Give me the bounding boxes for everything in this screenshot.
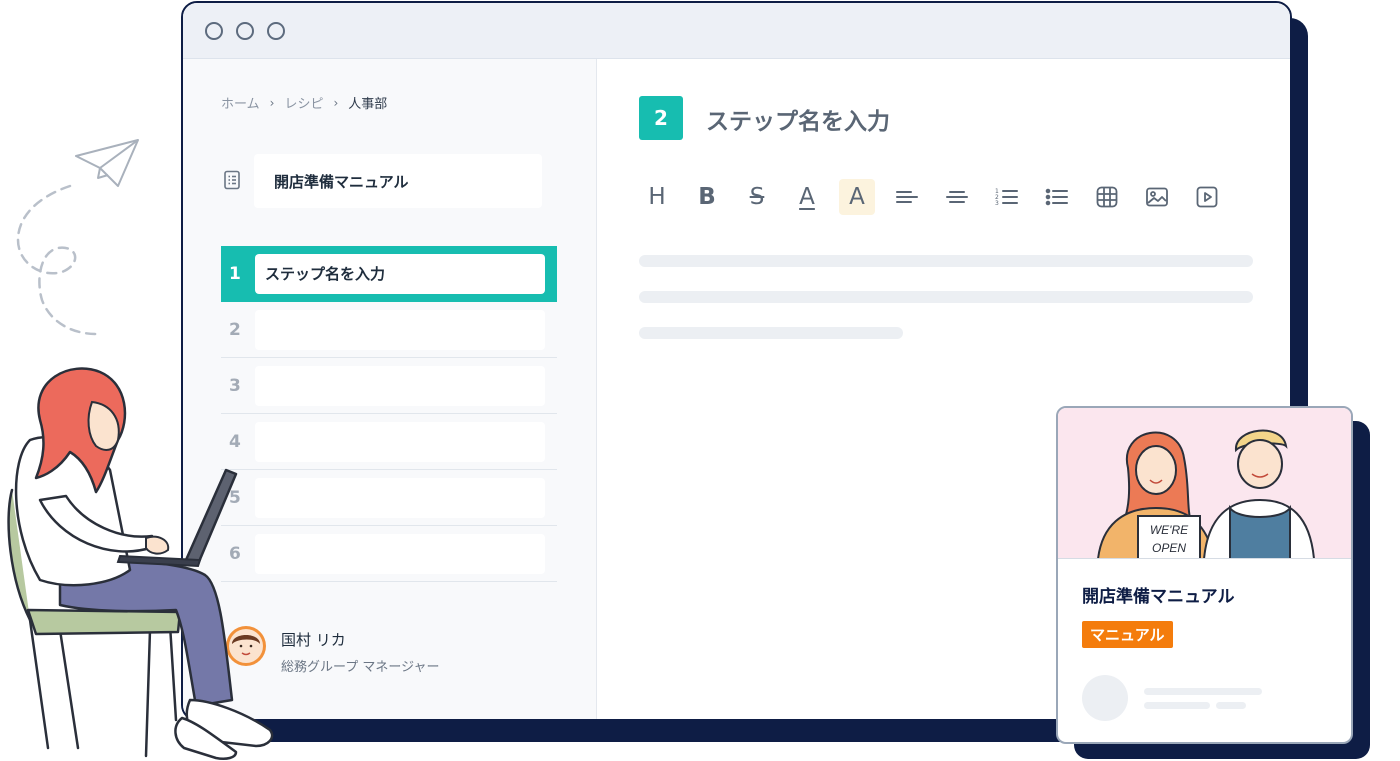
- font-color-icon: A: [799, 184, 815, 210]
- placeholder-line: [639, 255, 1253, 267]
- manual-preview-card[interactable]: WE'RE OPEN 開店準備マニュアル マニュアル: [1056, 406, 1353, 744]
- strikethrough-button[interactable]: S: [739, 179, 775, 215]
- card-avatar-placeholder: [1082, 675, 1128, 721]
- woman-with-laptop-illustration: [7, 367, 274, 760]
- user-name: 国村 リカ: [281, 631, 346, 649]
- table-icon: [1096, 186, 1118, 208]
- card-title: 開店準備マニュアル: [1082, 587, 1235, 607]
- video-icon: [1196, 186, 1218, 208]
- user-info: 国村 リカ 総務グループ マネージャー: [281, 629, 439, 675]
- svg-text:3: 3: [995, 200, 999, 207]
- highlight-icon: A: [849, 184, 865, 210]
- placeholder-line: [639, 291, 1253, 303]
- card-image: WE'RE OPEN: [1058, 408, 1351, 559]
- align-center-icon: [946, 191, 968, 203]
- sign-text-line2: OPEN: [1152, 541, 1186, 555]
- card-category-tag: マニュアル: [1082, 621, 1173, 648]
- shop-staff-illustration: WE'RE OPEN: [1097, 429, 1315, 558]
- breadcrumb-current: 人事部: [348, 97, 388, 112]
- step-title[interactable]: ステップ名を入力: [706, 102, 890, 136]
- heading-icon: H: [648, 184, 666, 210]
- title-bar: [183, 3, 1290, 59]
- chevron-right-icon: ›: [333, 95, 339, 110]
- card-placeholder-line: [1144, 688, 1262, 695]
- placeholder-line: [639, 327, 903, 339]
- highlight-button[interactable]: A: [839, 179, 875, 215]
- bullet-list-icon: [1045, 188, 1068, 206]
- step-number-badge: 2: [639, 96, 683, 140]
- formatting-toolbar: H B S A A 123: [639, 179, 1225, 215]
- bold-button[interactable]: B: [689, 179, 725, 215]
- sign-text-line1: WE'RE: [1150, 523, 1189, 537]
- video-button[interactable]: [1189, 179, 1225, 215]
- image-button[interactable]: [1139, 179, 1175, 215]
- strikethrough-icon: S: [749, 184, 765, 210]
- ordered-list-button[interactable]: 123: [989, 179, 1025, 215]
- image-icon: [1146, 187, 1168, 207]
- table-button[interactable]: [1089, 179, 1125, 215]
- align-left-icon: [896, 191, 918, 203]
- font-color-button[interactable]: A: [789, 179, 825, 215]
- heading-button[interactable]: H: [639, 179, 675, 215]
- bold-icon: B: [698, 184, 716, 210]
- card-placeholder-line: [1216, 702, 1246, 709]
- align-left-button[interactable]: [889, 179, 925, 215]
- align-center-button[interactable]: [939, 179, 975, 215]
- card-placeholder-line: [1144, 702, 1210, 709]
- user-role: 総務グループ マネージャー: [281, 660, 440, 675]
- ordered-list-icon: 123: [995, 188, 1018, 207]
- bullet-list-button[interactable]: [1039, 179, 1075, 215]
